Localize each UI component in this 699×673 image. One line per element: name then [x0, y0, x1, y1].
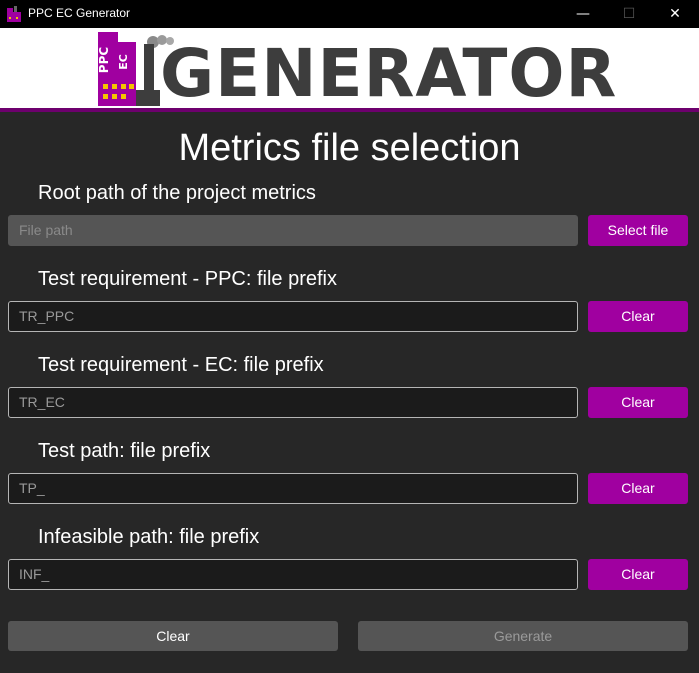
generate-button[interactable]: Generate: [358, 621, 688, 651]
svg-text:EC: EC: [117, 54, 130, 70]
app-icon: [7, 6, 21, 22]
infeasible-path-prefix-input[interactable]: INF_: [8, 559, 578, 590]
minimize-button[interactable]: —: [560, 0, 606, 28]
tr-ppc-prefix-input[interactable]: TR_PPC: [8, 301, 578, 332]
infeasible-path-label: Infeasible path: file prefix: [38, 526, 260, 548]
logo: PPC EC GENERATOR: [98, 32, 616, 110]
svg-text:PPC: PPC: [98, 47, 111, 74]
banner-divider: [0, 108, 699, 112]
tr-ec-label: Test requirement - EC: file prefix: [38, 354, 324, 376]
window-title: PPC EC Generator: [28, 6, 131, 20]
tr-ppc-clear-button[interactable]: Clear: [588, 301, 688, 332]
test-path-label: Test path: file prefix: [38, 440, 211, 462]
tr-ppc-label: Test requirement - PPC: file prefix: [38, 268, 337, 290]
tr-ec-clear-button[interactable]: Clear: [588, 387, 688, 418]
maximize-button[interactable]: ☐: [606, 0, 652, 28]
close-icon: ✕: [669, 6, 681, 22]
minimize-icon: —: [576, 6, 590, 22]
clear-all-button[interactable]: Clear: [8, 621, 338, 651]
root-path-input[interactable]: File path: [8, 215, 578, 246]
infeasible-path-clear-button[interactable]: Clear: [588, 559, 688, 590]
root-path-label: Root path of the project metrics: [38, 182, 316, 204]
banner: PPC EC GENERATOR: [0, 28, 699, 110]
maximize-icon: ☐: [622, 6, 636, 22]
page-title: Metrics file selection: [178, 127, 521, 169]
select-file-button[interactable]: Select file: [588, 215, 688, 246]
close-button[interactable]: ✕: [652, 0, 698, 28]
test-path-clear-button[interactable]: Clear: [588, 473, 688, 504]
tr-ec-prefix-input[interactable]: TR_EC: [8, 387, 578, 418]
window-titlebar: PPC EC Generator — ☐ ✕: [0, 0, 699, 28]
logo-wordmark: GENERATOR: [160, 35, 618, 112]
test-path-prefix-input[interactable]: TP_: [8, 473, 578, 504]
